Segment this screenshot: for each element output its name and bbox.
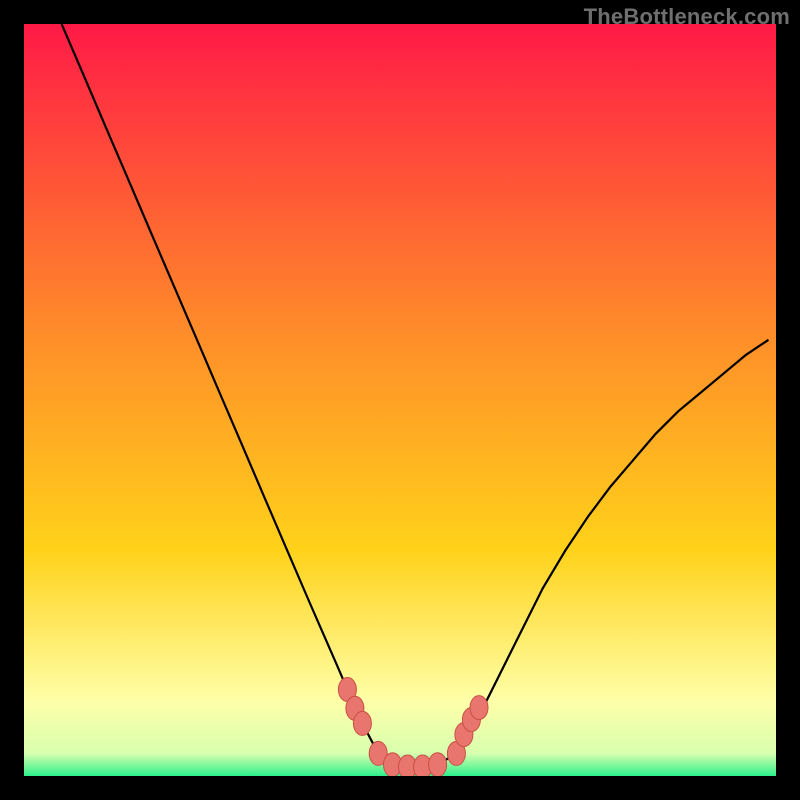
curve-marker [353, 711, 371, 735]
chart-frame [24, 24, 776, 776]
curve-marker [429, 753, 447, 776]
bottleneck-curve-chart [24, 24, 776, 776]
gradient-background [24, 24, 776, 776]
watermark-text: TheBottleneck.com [584, 4, 790, 30]
curve-marker [470, 696, 488, 720]
